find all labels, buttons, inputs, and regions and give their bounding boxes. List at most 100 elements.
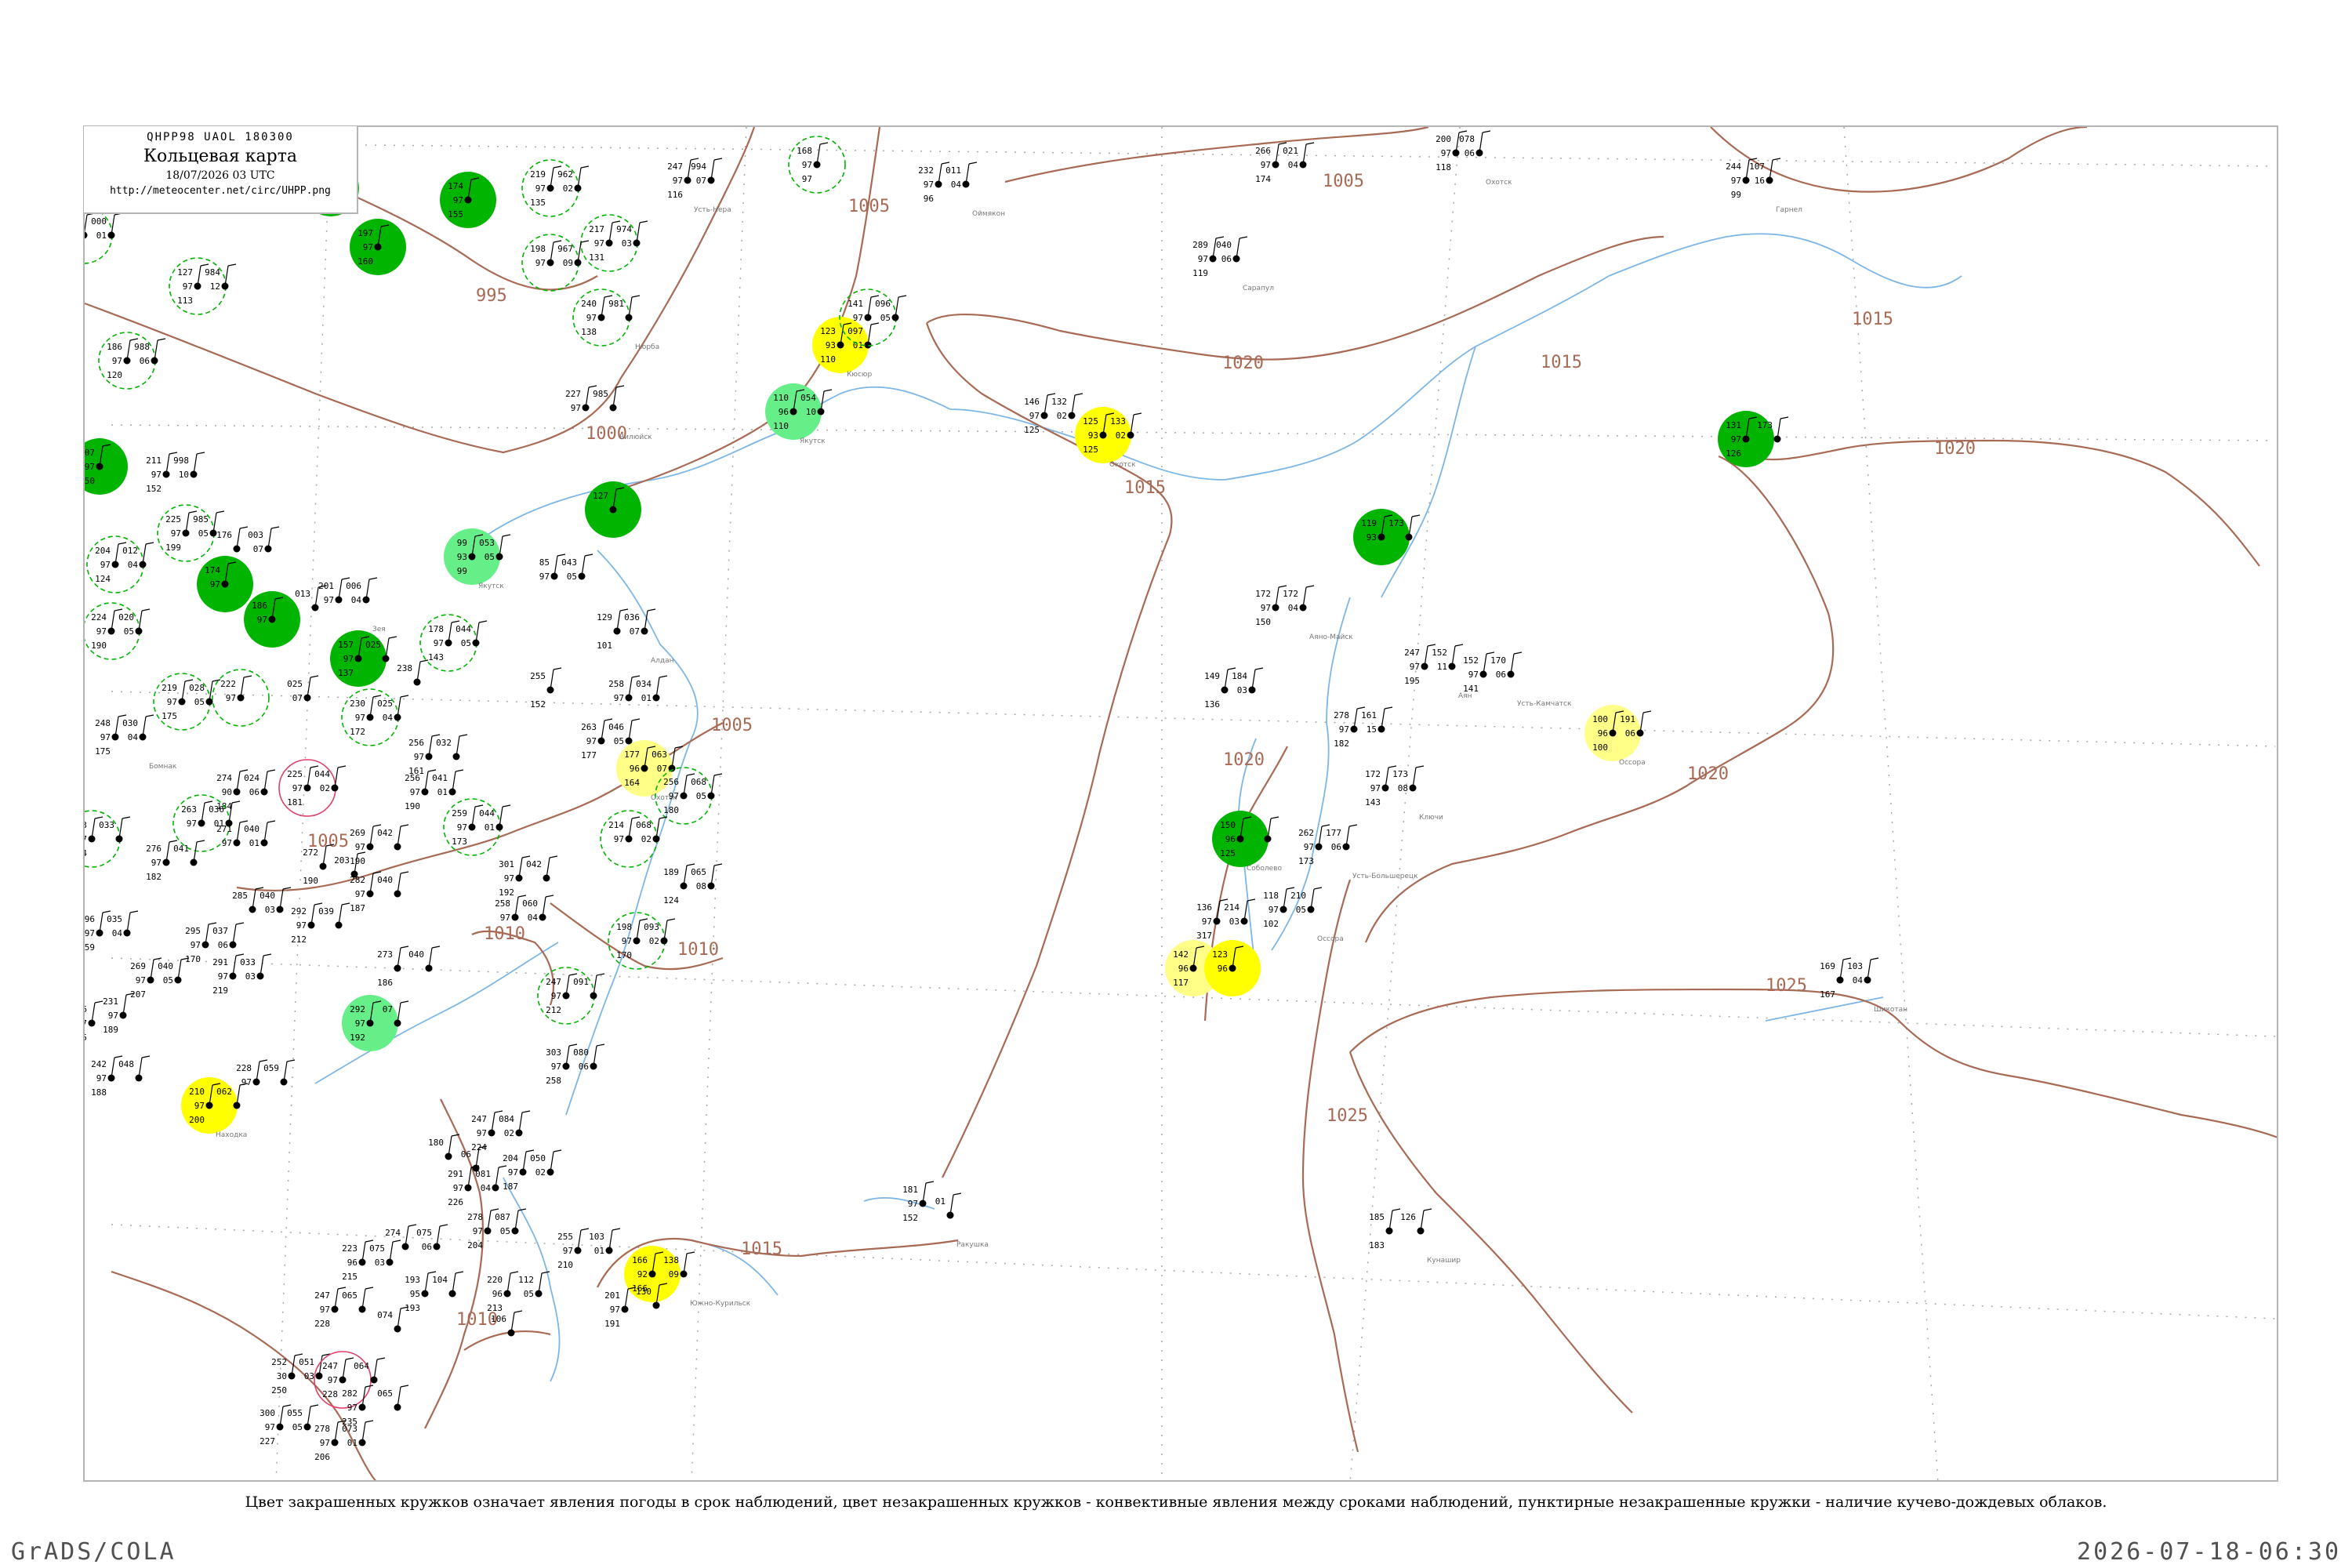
station-plot[interactable]: 17497 xyxy=(197,556,253,612)
station-plot[interactable]: 02005 xyxy=(118,608,151,637)
station-plot[interactable]: 033 xyxy=(99,816,131,843)
station-plot[interactable]: 292 97 192 xyxy=(342,995,398,1051)
station-plot[interactable]: 255 152 xyxy=(530,667,562,710)
station-plot[interactable]: 06802 xyxy=(636,816,668,844)
station-plot[interactable]: 08705 xyxy=(495,1208,527,1236)
station-plot[interactable]: 220 96 213 xyxy=(487,1271,519,1313)
station-plot[interactable]: 150 96 125 Соболево xyxy=(1212,811,1282,873)
station-plot[interactable]: 152 97 141 xyxy=(1463,652,1495,694)
station-plot[interactable]: 00307 xyxy=(248,526,280,554)
station-plot[interactable]: 110 96 110 Якутск xyxy=(765,383,826,445)
station-plot[interactable]: 02507 xyxy=(287,675,319,703)
station-plot[interactable]: 131 97 126 xyxy=(1718,411,1774,467)
station-plot[interactable]: 06508 xyxy=(691,863,723,891)
station-plot[interactable]: 177 06 Усть-Большерецк xyxy=(1326,824,1418,880)
station-plot[interactable]: 032 xyxy=(436,734,468,760)
station-plot[interactable]: 273 97 194 xyxy=(85,810,121,868)
station-plot[interactable]: 231 97 189 xyxy=(103,993,135,1035)
station-plot[interactable]: 04405 xyxy=(456,620,488,648)
station-plot[interactable]: 040 xyxy=(377,871,409,898)
station-plot[interactable]: 059 xyxy=(263,1059,296,1086)
station-plot[interactable]: 09302 xyxy=(644,918,676,946)
station-plot[interactable]: 04401 xyxy=(479,804,511,833)
station-plot[interactable]: 96202 xyxy=(557,165,590,194)
station-plot[interactable]: 104 xyxy=(432,1271,464,1298)
station-plot[interactable]: 10301 xyxy=(589,1228,621,1256)
station-plot[interactable]: 204 97 187 xyxy=(503,1149,535,1192)
station-plot[interactable]: 266 97 174 xyxy=(1255,142,1287,184)
station-plot[interactable]: 210 05 Оссора xyxy=(1290,887,1344,943)
station-plot[interactable]: 078 06 Охотск xyxy=(1459,130,1512,187)
station-plot[interactable]: 170 06 Усть-Камчатск xyxy=(1490,652,1572,708)
station-plot[interactable]: 303 97 258 xyxy=(546,1044,578,1086)
station-plot[interactable]: 172 04 Аяно-Майск xyxy=(1283,585,1353,641)
station-plot[interactable]: 12396 xyxy=(1204,940,1261,996)
station-plot[interactable]: 065 xyxy=(342,1287,374,1313)
station-plot[interactable]: 282 97 187 xyxy=(350,871,382,913)
station-plot[interactable]: 04305 xyxy=(561,554,593,582)
station-plot[interactable]: 22897 xyxy=(236,1059,268,1087)
station-plot[interactable]: 278 97 206 xyxy=(314,1420,347,1462)
station-plot[interactable]: 03706 xyxy=(212,922,245,950)
station-plot[interactable]: 22797 xyxy=(565,385,597,413)
station-plot[interactable]: 172 97 143 xyxy=(1365,765,1397,808)
station-plot[interactable]: 201 97 191 xyxy=(604,1287,637,1329)
station-plot[interactable]: 07503 xyxy=(369,1240,401,1268)
station-plot[interactable]: 03504 xyxy=(107,910,139,938)
station-plot[interactable]: 125 93 125 Охотск xyxy=(1075,407,1136,469)
station-plot[interactable]: 040 06 Сарапул xyxy=(1216,236,1274,292)
station-plot[interactable]: 126 Кунашир xyxy=(1400,1208,1461,1265)
station-plot[interactable]: 197 97 160 xyxy=(350,219,406,275)
station-plot[interactable]: 247 97 212 xyxy=(537,967,595,1025)
station-plot[interactable]: 27197 xyxy=(216,820,249,848)
station-plot[interactable]: 136 97 317 xyxy=(1196,898,1229,941)
station-plot[interactable]: 042 xyxy=(377,824,409,851)
station-plot[interactable]: 301 97 192 xyxy=(499,855,531,898)
station-plot[interactable]: 96709 xyxy=(557,240,590,268)
station-plot[interactable]: 030 04 Бомнак xyxy=(122,714,177,771)
station-plot[interactable]: 266 97 185 xyxy=(85,1000,103,1043)
station-plot[interactable]: 041 xyxy=(173,840,205,866)
station-plot[interactable]: 22297 xyxy=(212,669,270,727)
station-plot[interactable]: 99407 xyxy=(691,158,723,186)
station-plot[interactable]: 18403 xyxy=(1232,667,1264,695)
station-plot[interactable]: 99 93 99 Якутск xyxy=(444,528,504,590)
station-plot[interactable]: 232 97 96 xyxy=(918,162,950,204)
station-plot[interactable]: 02504 xyxy=(377,695,409,723)
station-plot[interactable]: 211 97 152 xyxy=(146,452,178,494)
station-plot[interactable]: 300 97 227 xyxy=(260,1404,292,1446)
station-plot[interactable]: 285 xyxy=(232,887,264,913)
station-plot[interactable]: 02406 xyxy=(244,769,276,797)
station-plot[interactable]: 100 96 100 Оссора xyxy=(1584,705,1646,767)
station-plot[interactable]: 06004 xyxy=(522,895,554,923)
station-plot[interactable]: 193 95 193 xyxy=(405,1271,437,1313)
station-plot[interactable]: 97403 xyxy=(616,220,648,249)
station-plot[interactable]: 04101 xyxy=(432,769,464,797)
station-plot[interactable]: 247 97 195 xyxy=(1404,644,1436,686)
station-plot[interactable]: 20197 xyxy=(318,577,350,605)
station-plot[interactable]: 24797224 xyxy=(471,1110,503,1152)
station-plot[interactable]: 247 97 228 xyxy=(314,1287,347,1329)
station-plot[interactable]: 207 97 150 xyxy=(85,438,128,495)
station-plot[interactable]: 00001 xyxy=(91,212,123,241)
station-plot[interactable]: 03401 xyxy=(636,675,668,703)
station-plot[interactable]: 238 xyxy=(397,659,429,686)
station-plot[interactable]: 006 04 Зея xyxy=(346,577,386,633)
station-plot[interactable]: 223 96 215 xyxy=(342,1240,374,1282)
station-plot[interactable]: 01204 xyxy=(122,542,154,570)
station-plot[interactable]: 06805 xyxy=(691,773,723,801)
station-plot[interactable]: 176 xyxy=(216,526,249,553)
station-plot[interactable]: 276 97 182 xyxy=(146,840,178,882)
station-plot[interactable]: 08402 xyxy=(499,1110,531,1138)
station-plot[interactable]: 02104 xyxy=(1283,142,1315,170)
station-plot[interactable]: 295 97 170 xyxy=(185,922,217,964)
station-plot[interactable]: 269 97 190 xyxy=(350,824,382,866)
station-plot[interactable]: 01 Ракушка xyxy=(935,1192,989,1249)
station-plot[interactable]: 127 xyxy=(585,481,641,538)
station-plot[interactable]: 255 97 210 xyxy=(557,1228,590,1270)
station-plot[interactable]: 168 97 97 xyxy=(788,136,846,194)
station-plot[interactable]: 180 xyxy=(428,1134,460,1160)
station-plot[interactable]: 25897 xyxy=(608,675,641,703)
station-plot[interactable]: 291 97 219 xyxy=(212,953,245,996)
station-plot[interactable]: 05505 xyxy=(287,1404,319,1432)
